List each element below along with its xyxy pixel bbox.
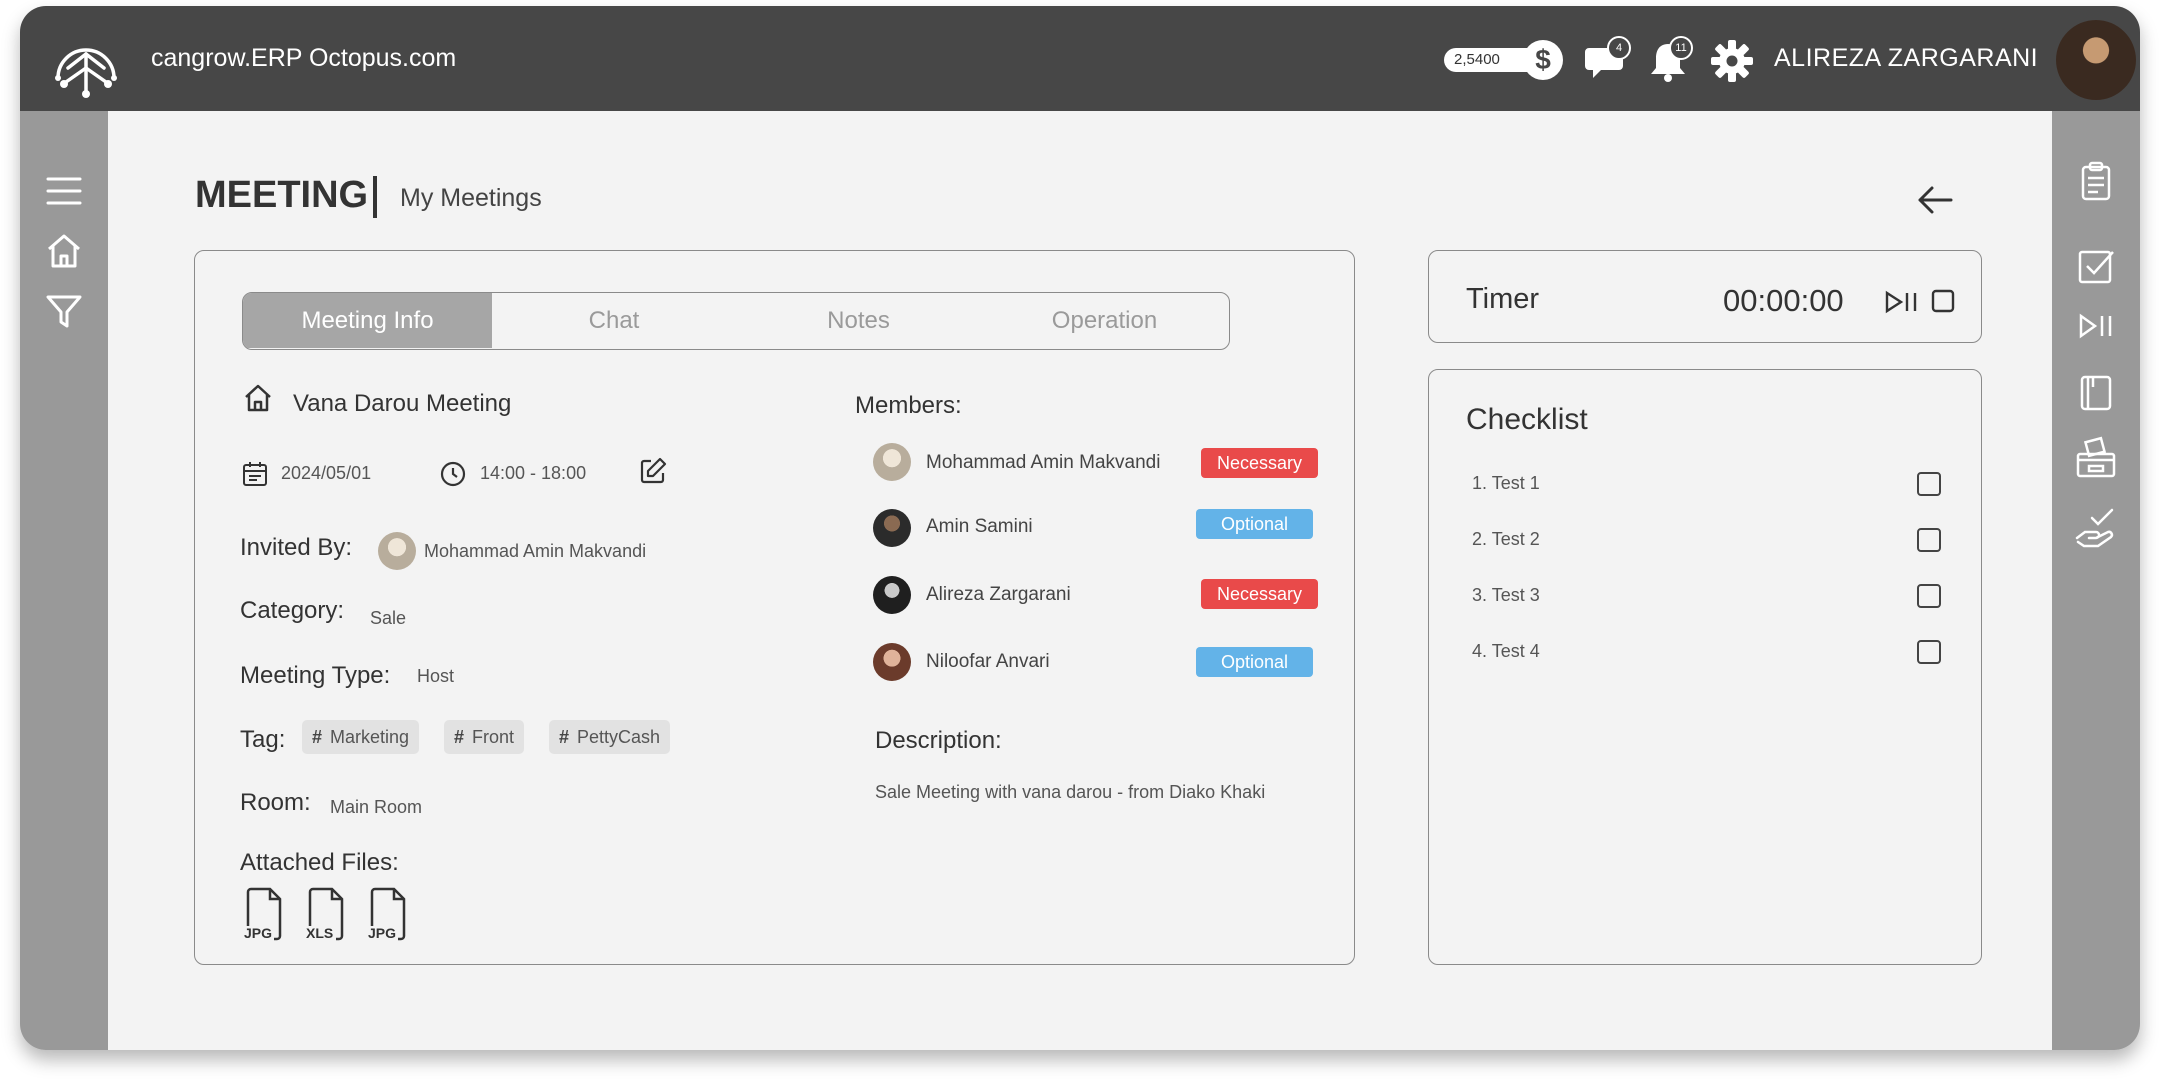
optional-badge: Optional [1196,509,1313,539]
page-title: MEETING [195,174,369,216]
home-icon [245,384,271,412]
dollar-coin-icon[interactable]: $ [1523,40,1563,80]
checkbox-icon[interactable] [2076,246,2116,286]
checklist-item: 1. Test 1 [1472,473,1540,493]
meeting-type-value: Host [417,666,455,686]
xls-file-icon[interactable]: XLS [304,886,348,944]
checklist-checkbox[interactable] [1917,640,1941,664]
checklist-item: 3. Test 3 [1472,585,1540,605]
stop-icon[interactable] [1930,288,1956,314]
checklist-checkbox[interactable] [1917,528,1941,552]
tag-chip[interactable]: # PettyCash [549,720,671,754]
clipboard-icon[interactable] [2076,161,2116,201]
right-sidebar [2052,111,2140,1050]
tab-notes[interactable]: Notes [736,293,981,348]
invited-by-label: Invited By: [240,534,353,561]
meeting-time: 14:00 - 18:00 [480,463,587,483]
necessary-badge: Necessary [1201,579,1318,609]
home-icon[interactable] [44,231,84,271]
jpg-file-icon[interactable]: JPG [242,886,286,944]
timer-label: Timer [1466,283,1540,315]
hash-icon: # [559,727,570,747]
notification-badge: 11 [1669,36,1693,60]
tab-chat[interactable]: Chat [492,293,736,348]
tag-text: PettyCash [577,727,661,747]
notebook-icon[interactable] [2076,373,2116,413]
octopus-logo-icon[interactable] [44,18,128,102]
member-avatar [873,509,911,547]
attached-files-label: Attached Files: [240,849,399,876]
member-avatar [873,643,911,681]
member-avatar [873,443,911,481]
back-arrow-icon[interactable] [1915,184,1955,216]
category-value: Sale [370,608,407,628]
member-name: Niloofar Anvari [926,651,1050,672]
svg-text:JPG: JPG [368,925,396,941]
tag-label: Tag: [240,726,286,753]
checklist-title: Checklist [1466,403,1588,436]
play-pause-icon[interactable] [1885,290,1919,314]
title-separator [373,176,377,218]
checklist-item: 4. Test 4 [1472,641,1540,661]
chat-badge: 4 [1607,36,1631,60]
hash-icon: # [454,727,465,747]
top-bar: cangrow.ERP Octopus.com 2,5400 $ 4 11 AL… [20,6,2140,111]
member-name: Amin Samini [926,516,1033,537]
checklist-item: 2. Test 2 [1472,529,1540,549]
menu-icon[interactable] [44,171,84,211]
checklist-checkbox[interactable] [1917,584,1941,608]
invited-by-name: Mohammad Amin Makvandi [424,541,647,561]
jpg-file-icon[interactable]: JPG [366,886,410,944]
hash-icon: # [312,727,323,747]
tag-chip[interactable]: # Marketing [302,720,420,754]
app-window: cangrow.ERP Octopus.com 2,5400 $ 4 11 AL… [20,6,2140,1050]
room-value: Main Room [330,797,423,817]
members-label: Members: [855,392,962,419]
member-avatar [873,576,911,614]
inviter-avatar [378,532,416,570]
necessary-badge: Necessary [1201,448,1318,478]
page-subtitle[interactable]: My Meetings [400,184,542,213]
checklist-checkbox[interactable] [1917,472,1941,496]
tab-operation[interactable]: Operation [981,293,1228,348]
timer-value: 00:00:00 [1723,283,1844,318]
tag-text: Front [472,727,515,747]
filter-icon[interactable] [44,291,84,331]
svg-text:XLS: XLS [306,925,333,941]
play-pause-icon[interactable] [2076,306,2116,346]
description-label: Description: [875,727,1002,754]
site-name: cangrow.ERP Octopus.com [151,44,457,72]
description-text: Sale Meeting with vana darou - from Diak… [875,782,1266,802]
user-avatar[interactable] [2056,20,2136,100]
optional-badge: Optional [1196,647,1313,677]
meeting-tabs: Meeting Info Chat Notes Operation [242,292,1230,350]
user-name[interactable]: ALIREZA ZARGARANI [1774,44,2038,73]
checklist-card [1428,369,1982,965]
hand-check-icon[interactable] [2074,506,2118,550]
category-label: Category: [240,597,345,624]
svg-text:JPG: JPG [244,925,272,941]
edit-icon[interactable] [638,456,668,486]
clock-icon [440,461,466,487]
room-label: Room: [240,789,311,816]
meeting-date: 2024/05/01 [281,463,372,483]
member-name: Alireza Zargarani [926,584,1071,605]
meeting-name: Vana Darou Meeting [293,390,512,417]
ballot-box-icon[interactable] [2074,436,2118,480]
left-sidebar [20,111,108,1050]
member-name: Mohammad Amin Makvandi [926,452,1161,473]
meeting-type-label: Meeting Type: [240,662,391,689]
tag-chip[interactable]: # Front [444,720,525,754]
tab-meeting-info[interactable]: Meeting Info [243,293,492,348]
calendar-icon [243,462,267,486]
tag-text: Marketing [330,727,410,747]
gear-icon[interactable] [1709,38,1755,84]
